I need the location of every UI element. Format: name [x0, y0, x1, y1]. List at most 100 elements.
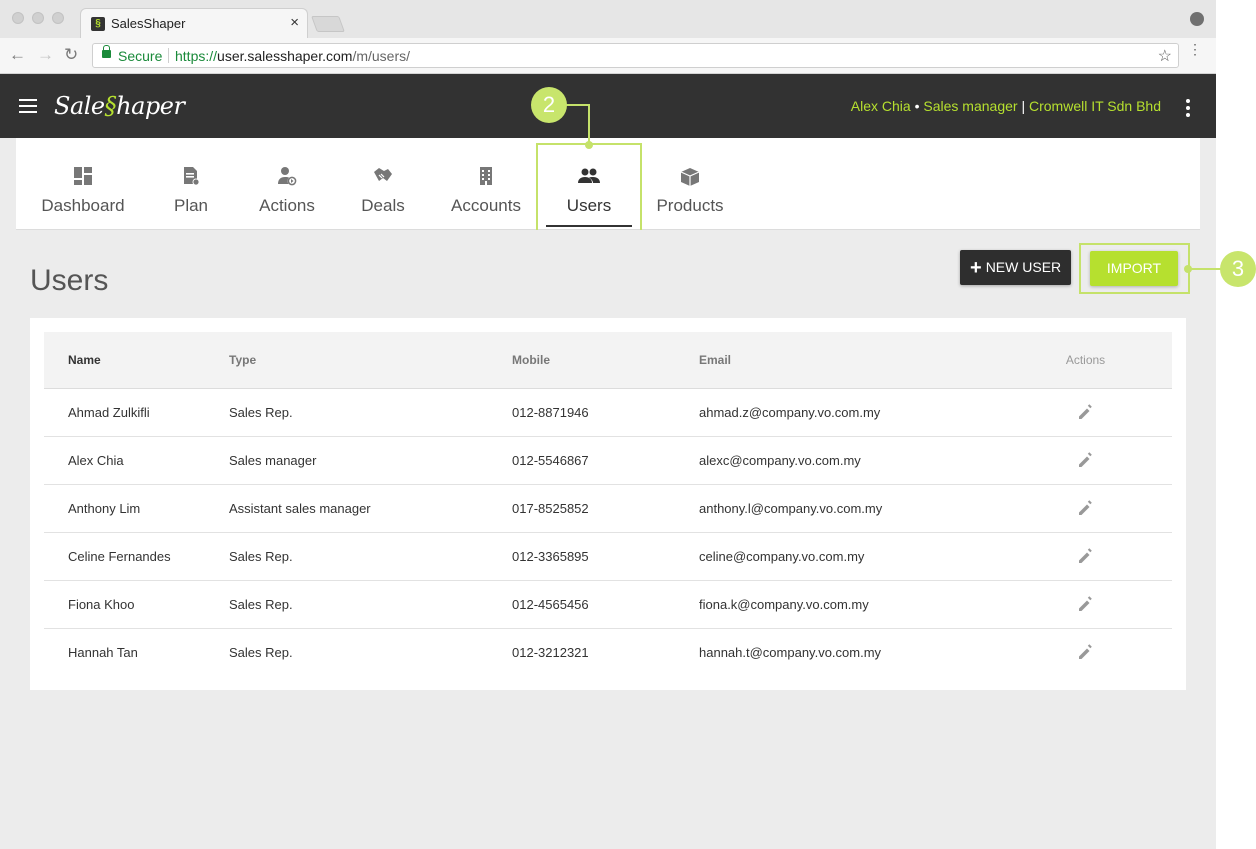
user-info-dot: •: [910, 98, 924, 114]
more-options-icon[interactable]: [1186, 99, 1190, 120]
user-mobile-cell: 017-8525852: [512, 500, 589, 516]
app-header: Sale§haper Alex Chia • Sales manager | C…: [0, 74, 1216, 138]
address-bar[interactable]: Secure https://user.salesshaper.com/m/us…: [92, 43, 1179, 68]
tab-label: Dashboard: [41, 196, 125, 215]
user-email-cell: anthony.l@company.vo.com.my: [699, 500, 883, 516]
users-table-card: Name Type Mobile Email Actions Ahmad Zul…: [30, 318, 1186, 690]
plan-icon: [184, 167, 200, 186]
column-header-name[interactable]: Name: [44, 332, 229, 389]
main-content: Users + NEW USER IMPORT Name Type Mobile …: [16, 230, 1200, 704]
user-name-cell: Celine Fernandes: [68, 548, 171, 564]
user-info: Alex Chia • Sales manager | Cromwell IT …: [851, 98, 1161, 114]
users-tab-highlight: [536, 143, 642, 235]
products-icon: [680, 168, 700, 186]
tab-label: Products: [656, 196, 724, 215]
profile-icon[interactable]: [1190, 12, 1204, 26]
forward-arrow-icon[interactable]: →: [37, 45, 54, 65]
tab-close-icon[interactable]: ×: [290, 14, 299, 31]
url-text[interactable]: https://user.salesshaper.com/m/users/: [175, 48, 410, 64]
new-user-button[interactable]: + NEW USER: [960, 250, 1071, 285]
new-tab-button[interactable]: [311, 16, 345, 32]
table-header-row: Name Type Mobile Email Actions: [44, 332, 1172, 389]
edit-icon[interactable]: [1076, 594, 1096, 614]
import-button[interactable]: IMPORT: [1090, 251, 1178, 286]
secure-label: Secure: [118, 48, 163, 64]
actions-icon: [278, 167, 297, 186]
tab-products[interactable]: Products: [650, 138, 730, 229]
tab-actions[interactable]: Actions: [248, 138, 326, 229]
tab-label: Plan: [173, 196, 209, 215]
user-type-cell: Sales Rep.: [229, 644, 293, 660]
dashboard-icon: [74, 167, 92, 185]
row-actions: [999, 580, 1172, 628]
user-role[interactable]: Sales manager: [923, 98, 1017, 114]
tab-accounts[interactable]: Accounts: [440, 138, 532, 229]
user-type-cell: Sales manager: [229, 452, 317, 468]
browser-toolbar: ← → ↻ Secure https://user.salesshaper.co…: [0, 38, 1216, 74]
user-email-cell: ahmad.z@company.vo.com.my: [699, 404, 881, 420]
window-minimize-button[interactable]: [32, 12, 44, 24]
url-path: /m/users/: [352, 48, 411, 64]
reload-icon[interactable]: ↻: [64, 45, 78, 65]
tab-plan[interactable]: Plan: [156, 138, 226, 229]
row-actions: [999, 484, 1172, 532]
browser-tabstrip: § SalesShaper ×: [0, 0, 1216, 38]
user-type-cell: Sales Rep.: [229, 596, 293, 612]
tab-label: Accounts: [451, 196, 521, 215]
user-name-cell: Fiona Khoo: [68, 596, 135, 612]
table-row[interactable]: Alex Chia Sales manager 012-5546867 alexc@c…: [44, 436, 1172, 484]
edit-icon[interactable]: [1076, 498, 1096, 518]
callout-connector: [566, 104, 590, 106]
accounts-icon: [480, 167, 492, 185]
window-zoom-button[interactable]: [52, 12, 64, 24]
edit-icon[interactable]: [1076, 642, 1096, 662]
column-header-email[interactable]: Email: [699, 332, 999, 389]
table-row[interactable]: Celine Fernandes Sales Rep. 012-3365895 cel…: [44, 532, 1172, 580]
edit-icon[interactable]: [1076, 402, 1096, 422]
user-mobile-cell: 012-3212321: [512, 644, 589, 660]
page-background: [0, 720, 1216, 849]
user-mobile-cell: 012-4565456: [512, 596, 589, 612]
step-3-callout: 3: [1220, 251, 1256, 287]
edit-icon[interactable]: [1076, 546, 1096, 566]
column-header-mobile[interactable]: Mobile: [512, 332, 699, 389]
user-name[interactable]: Alex Chia: [851, 98, 911, 114]
table-row[interactable]: Anthony Lim Assistant sales manager 017-85…: [44, 484, 1172, 532]
tab-dashboard[interactable]: Dashboard: [36, 138, 130, 229]
user-mobile-cell: 012-8871946: [512, 404, 589, 420]
user-info-divider: |: [1017, 98, 1029, 114]
back-arrow-icon[interactable]: ←: [9, 45, 26, 65]
callout-anchor-dot: [585, 141, 593, 149]
user-name-cell: Anthony Lim: [68, 500, 141, 516]
callout-anchor-dot: [1184, 265, 1192, 273]
table-row[interactable]: Ahmad Zulkifli Sales Rep. 012-8871946 ahmad…: [44, 388, 1172, 436]
new-user-label: NEW USER: [985, 259, 1062, 275]
column-header-type[interactable]: Type: [229, 332, 512, 389]
user-email-cell: fiona.k@company.vo.com.my: [699, 596, 869, 612]
browser-tab[interactable]: § SalesShaper ×: [80, 8, 308, 38]
callout-connector: [1190, 268, 1224, 270]
user-email-cell: alexc@company.vo.com.my: [699, 452, 861, 468]
callout-connector: [588, 104, 590, 144]
lock-icon: [102, 45, 111, 58]
table-row[interactable]: Fiona Khoo Sales Rep. 012-4565456 fiona.k@c…: [44, 580, 1172, 628]
tab-label: Deals: [361, 196, 405, 215]
bookmark-star-icon[interactable]: ☆: [1158, 46, 1172, 66]
tab-deals[interactable]: Deals: [352, 138, 414, 229]
edit-icon[interactable]: [1076, 450, 1096, 470]
user-name-cell: Alex Chia: [68, 452, 124, 468]
page-title: Users: [30, 264, 109, 297]
salesshaper-logo[interactable]: Sale§haper: [54, 92, 185, 120]
window-close-button[interactable]: [12, 12, 24, 24]
column-header-actions: Actions: [999, 332, 1172, 389]
address-separator: [168, 48, 169, 63]
user-type-cell: Sales Rep.: [229, 404, 293, 420]
logo-text-accent: §: [104, 92, 117, 120]
menu-icon[interactable]: [19, 99, 37, 113]
url-scheme: https://: [175, 48, 218, 64]
company-name[interactable]: Cromwell IT Sdn Bhd: [1029, 98, 1161, 114]
table-row[interactable]: Hannah Tan Sales Rep. 012-3212321 hannah.t@…: [44, 628, 1172, 676]
logo-text-left: Sale: [54, 92, 105, 120]
browser-menu-icon[interactable]: ⋮: [1188, 42, 1202, 56]
row-actions: [999, 532, 1172, 580]
